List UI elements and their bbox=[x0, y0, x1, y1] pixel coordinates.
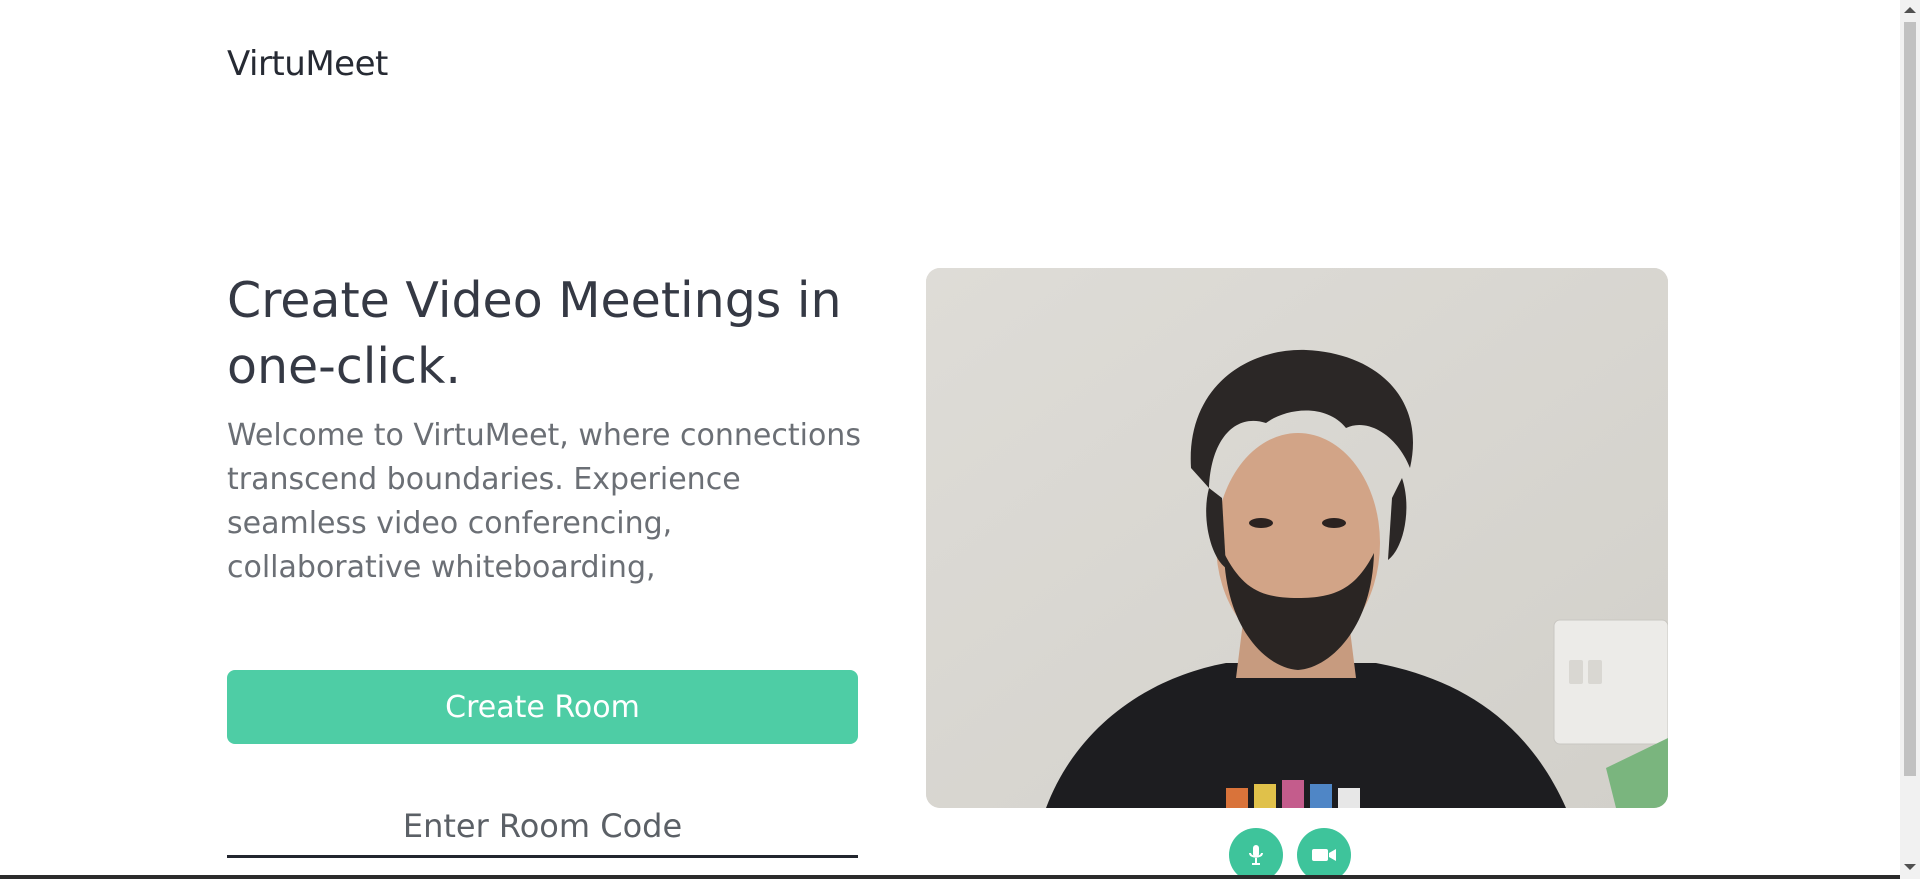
create-room-button[interactable]: Create Room bbox=[227, 670, 858, 744]
bottom-edge bbox=[0, 875, 1900, 879]
page-title: Create Video Meetings in one-click. bbox=[227, 272, 842, 395]
scroll-down-icon[interactable] bbox=[1904, 864, 1916, 870]
landing-page: VirtuMeet Create Video Meetings in one-c… bbox=[0, 0, 1920, 879]
scroll-thumb[interactable] bbox=[1904, 22, 1916, 776]
video-camera-icon bbox=[1312, 849, 1336, 861]
hero-description: Welcome to VirtuMeet, where connections … bbox=[227, 418, 861, 585]
room-code-input[interactable] bbox=[227, 796, 858, 858]
vertical-scrollbar[interactable] bbox=[1900, 0, 1920, 879]
scroll-up-icon[interactable] bbox=[1904, 7, 1916, 13]
brand-logo[interactable]: VirtuMeet bbox=[227, 44, 388, 84]
camera-preview bbox=[926, 268, 1668, 808]
toggle-microphone-button[interactable] bbox=[1229, 828, 1283, 879]
microphone-icon bbox=[1249, 845, 1263, 865]
toggle-camera-button[interactable] bbox=[1297, 828, 1351, 879]
camera-feed-image bbox=[926, 268, 1668, 808]
